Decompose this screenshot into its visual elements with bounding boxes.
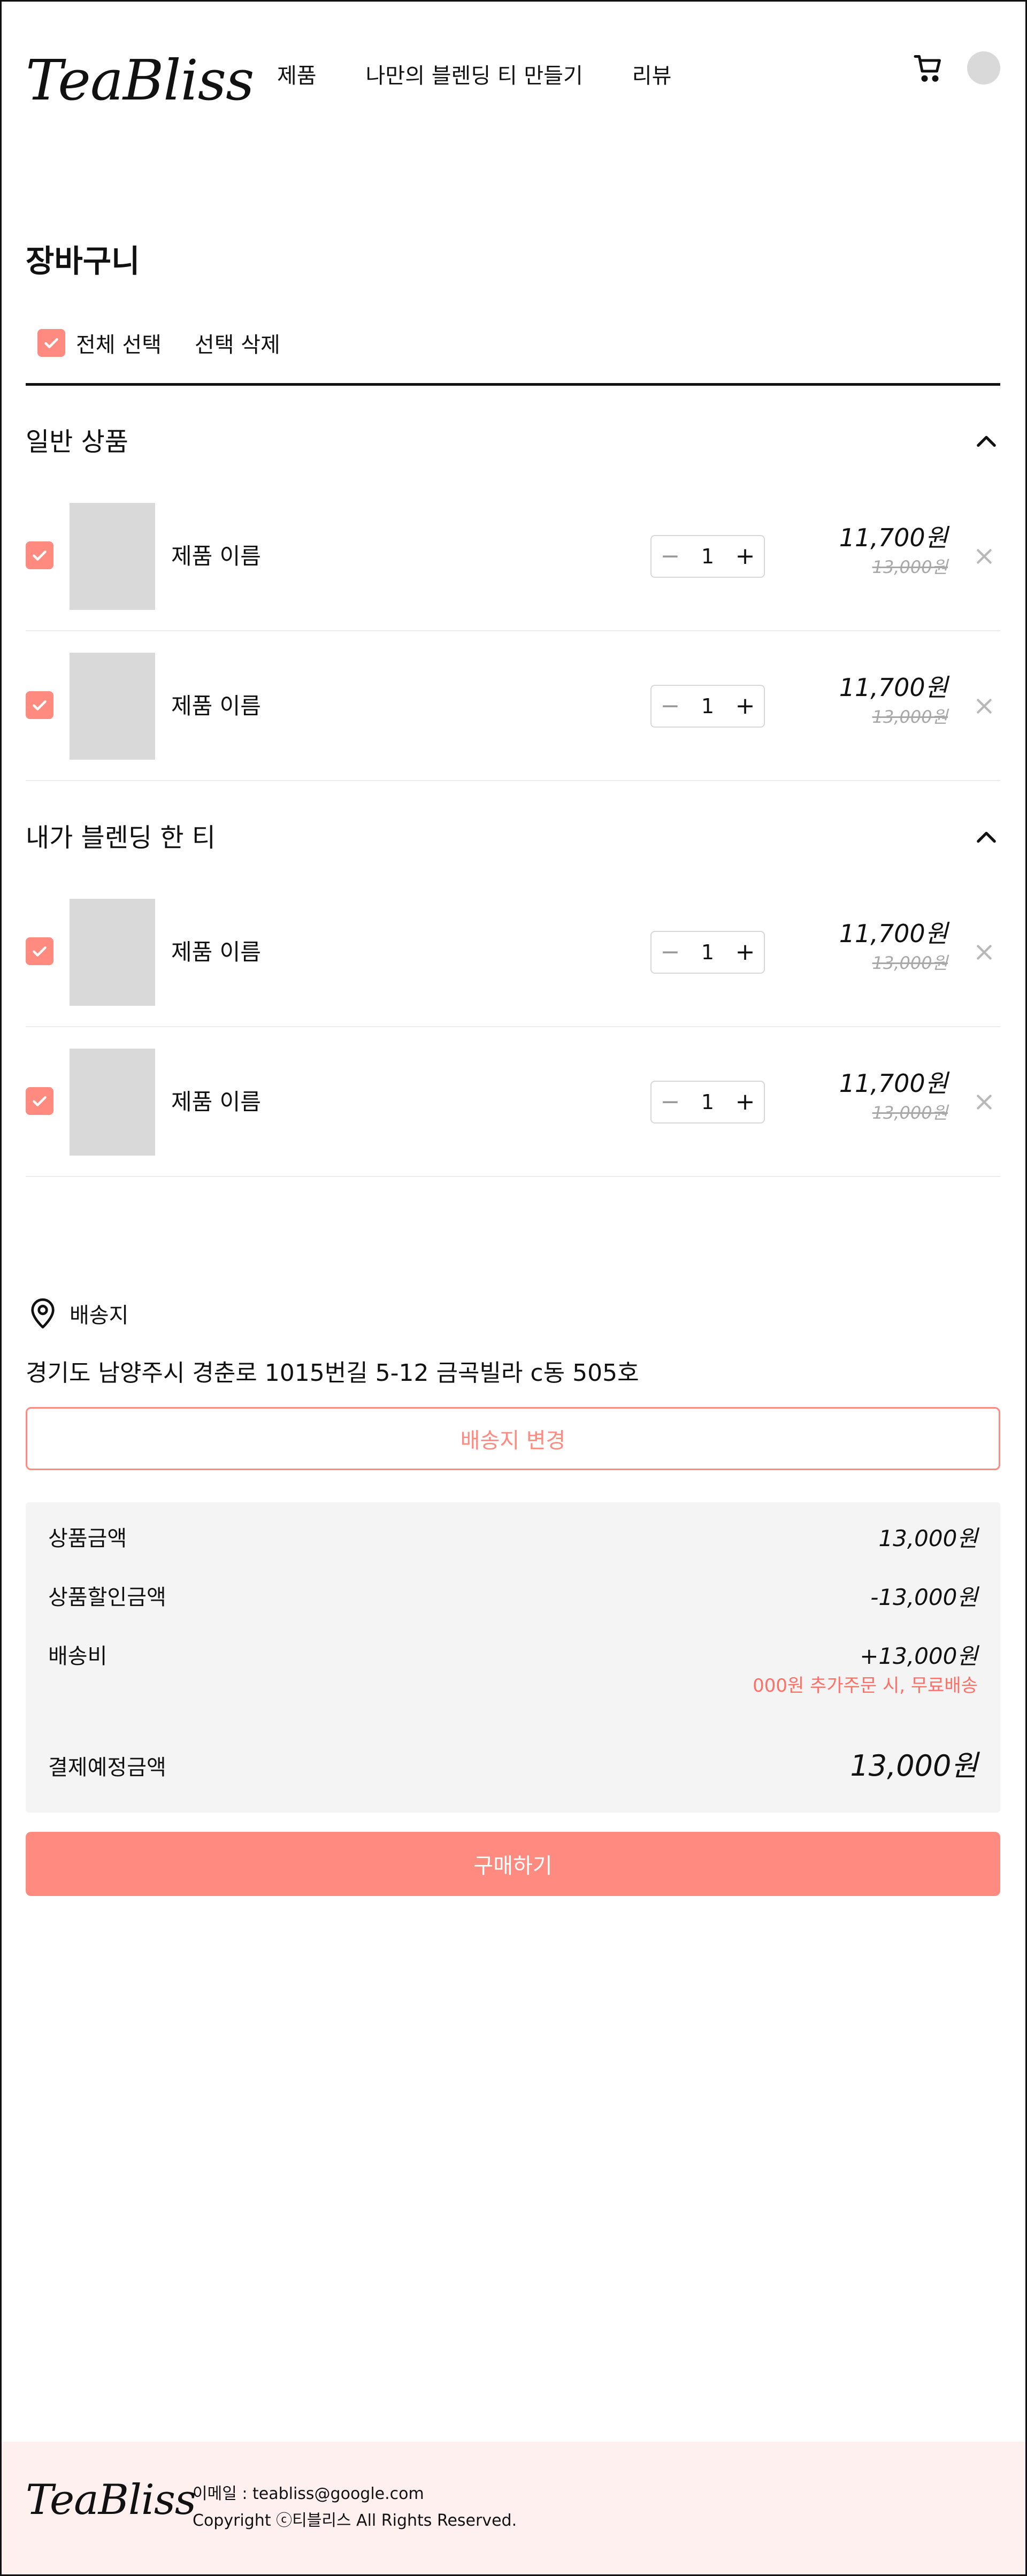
original-price: 13,000원 [872,1103,948,1123]
product-image[interactable] [70,899,155,1006]
change-address-button[interactable]: 배송지 변경 [26,1407,1000,1470]
quantity-value[interactable]: 1 [689,536,726,577]
logo[interactable]: TeaBliss [26,43,255,118]
shipping-label: 배송지 [70,1303,129,1328]
delete-selected-button[interactable]: 선택 삭제 [195,327,280,358]
quantity-stepper: − 1 + [650,535,765,578]
product-amount-value: 13,000원 [878,1525,978,1551]
footer-email: 이메일 : teabliss@google.com [193,2485,424,2503]
product-image[interactable] [70,1049,155,1156]
discount-value: -13,000원 [870,1584,978,1610]
close-icon[interactable] [969,937,999,967]
increase-button[interactable]: + [726,536,764,577]
nav-reviews[interactable]: 리뷰 [632,60,672,92]
quantity-stepper: − 1 + [650,931,765,974]
product-name[interactable]: 제품 이름 [171,935,261,969]
increase-button[interactable]: + [726,1082,764,1122]
decrease-button[interactable]: − [652,1082,689,1122]
shipping-fee-value: +13,000원 [860,1643,978,1669]
section-title: 내가 블렌딩 한 티 [26,823,216,853]
nav-products[interactable]: 제품 [277,60,317,92]
close-icon[interactable] [969,541,999,571]
product-image[interactable] [70,653,155,760]
close-icon[interactable] [969,691,999,721]
decrease-button[interactable]: − [652,932,689,973]
sale-price: 11,700원 [839,1069,948,1098]
shipping-header: 배송지 [29,1295,128,1332]
page-border [0,0,1027,2576]
cart-item: 제품 이름 − 1 + 11,700원 13,000원 [26,481,1000,631]
sale-price: 11,700원 [839,919,948,948]
original-price: 13,000원 [872,953,948,973]
footer: TeaBliss 이메일 : teabliss@google.com Copyr… [0,2442,1027,2576]
total-label: 결제예정금액 [48,1755,166,1780]
nav-blending[interactable]: 나만의 블렌딩 티 만들기 [366,60,583,92]
main-nav: 제품 나만의 블렌딩 티 만들기 리뷰 [277,60,721,92]
select-all-label[interactable]: 전체 선택 [76,327,162,358]
chevron-up-icon[interactable] [972,428,1000,456]
increase-button[interactable]: + [726,686,764,727]
footer-logo: TeaBliss [26,2476,196,2524]
payment-summary: 상품금액 13,000원 상품할인금액 -13,000원 배송비 +13,000… [26,1502,1000,1813]
quantity-stepper: − 1 + [650,685,765,728]
cart-item: 제품 이름 − 1 + 11,700원 13,000원 [26,631,1000,781]
item-checkbox[interactable] [26,937,53,965]
product-name[interactable]: 제품 이름 [171,1085,261,1119]
section-title: 일반 상품 [26,427,128,457]
cart-item: 제품 이름 − 1 + 11,700원 13,000원 [26,1027,1000,1177]
original-price: 13,000원 [872,557,948,577]
section-blended-header: 내가 블렌딩 한 티 [26,816,1000,859]
cart-item: 제품 이름 − 1 + 11,700원 13,000원 [26,877,1000,1027]
quantity-value[interactable]: 1 [689,686,726,727]
product-name[interactable]: 제품 이름 [171,689,261,723]
sale-price: 11,700원 [839,523,948,552]
location-pin-icon [31,1298,55,1329]
select-all-row: 전체 선택 선택 삭제 [37,326,280,360]
quantity-stepper: − 1 + [650,1081,765,1123]
divider [26,383,1000,386]
chevron-up-icon[interactable] [972,824,1000,852]
purchase-button[interactable]: 구매하기 [26,1832,1000,1896]
quantity-value[interactable]: 1 [689,932,726,973]
sale-price: 11,700원 [839,673,948,702]
product-image[interactable] [70,503,155,610]
decrease-button[interactable]: − [652,536,689,577]
product-name[interactable]: 제품 이름 [171,539,261,574]
product-amount-label: 상품금액 [48,1526,127,1551]
discount-label: 상품할인금액 [48,1585,166,1610]
increase-button[interactable]: + [726,932,764,973]
item-checkbox[interactable] [26,691,53,719]
shipping-address: 경기도 남양주시 경춘로 1015번길 5-12 금곡빌라 c동 505호 [26,1359,639,1387]
item-checkbox[interactable] [26,1087,53,1115]
shipping-fee-label: 배송비 [48,1644,108,1669]
select-all-checkbox[interactable] [37,329,65,357]
cart-icon[interactable] [913,52,945,85]
free-shipping-note: 000원 추가주문 시, 무료배송 [753,1675,978,1696]
quantity-value[interactable]: 1 [689,1082,726,1122]
total-value: 13,000원 [850,1749,978,1783]
avatar[interactable] [967,51,1000,85]
footer-copyright: Copyright ⓒ티블리스 All Rights Reserved. [193,2511,517,2530]
decrease-button[interactable]: − [652,686,689,727]
item-checkbox[interactable] [26,541,53,569]
page-title: 장바구니 [26,243,140,279]
close-icon[interactable] [969,1087,999,1117]
section-general-header: 일반 상품 [26,421,1000,463]
original-price: 13,000원 [872,707,948,727]
